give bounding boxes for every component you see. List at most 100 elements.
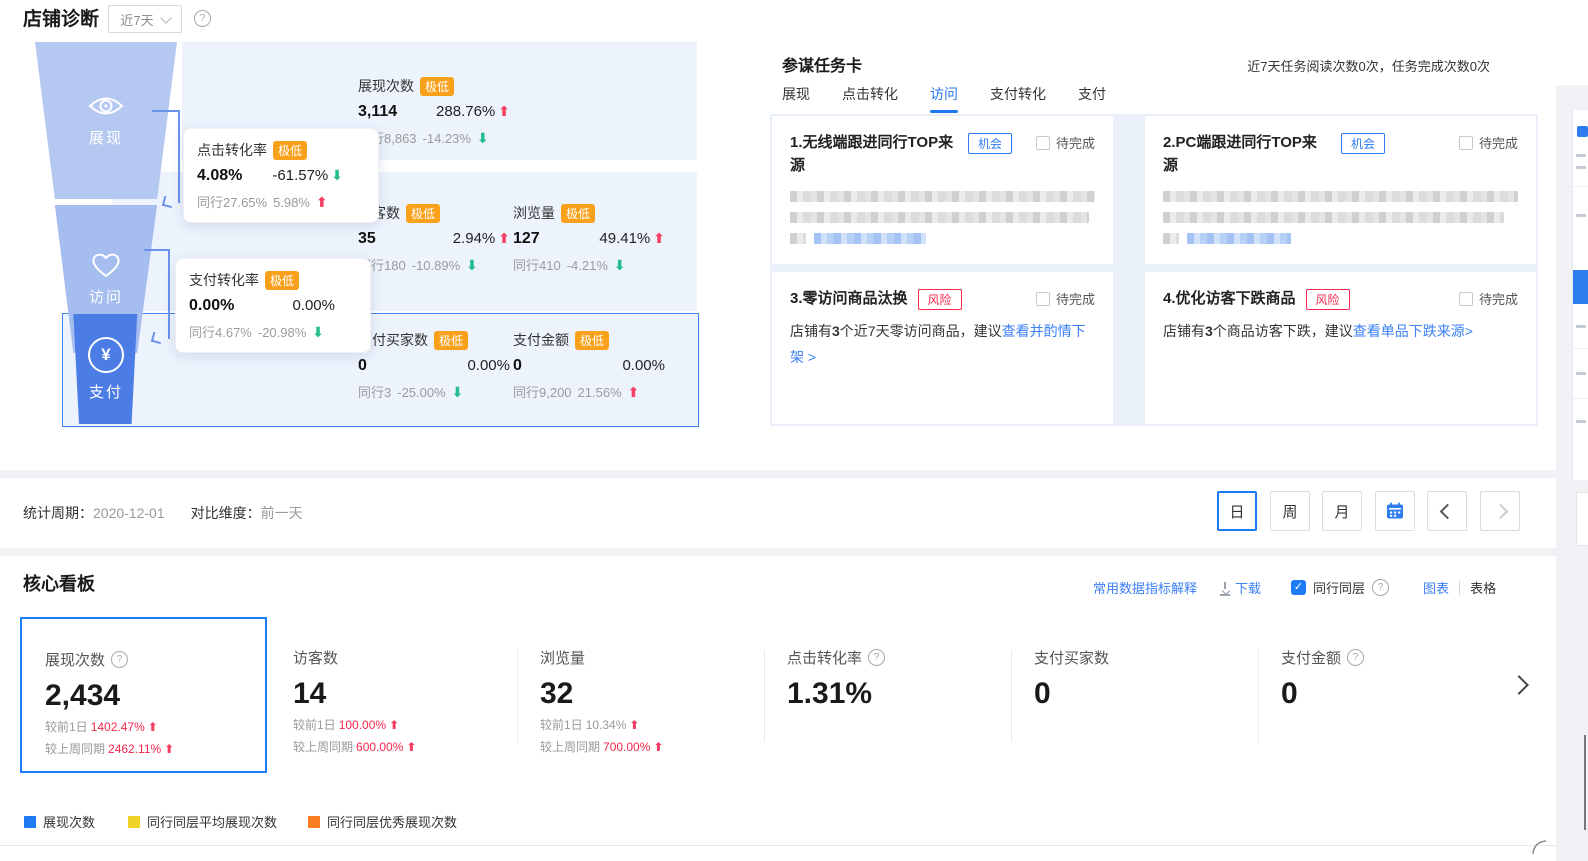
kpi-card-pay-amount[interactable]: 支付金额 0 [1258, 617, 1505, 773]
view-switcher: 图表 表格 [1423, 578, 1496, 597]
status-badge: 极低 [575, 331, 609, 350]
redacted-link[interactable] [814, 233, 926, 244]
task-card-3: 3.零访问商品汰换 风险 待完成 店铺有3个近7天零访问商品，建议查看并酌情下架… [772, 272, 1113, 424]
kpi-card-click-conversion[interactable]: 点击转化率 1.31% [764, 617, 1011, 773]
todo-checkbox-group[interactable]: 待完成 [1459, 289, 1518, 308]
funnel-stage-payment[interactable]: 支付 [35, 314, 177, 424]
kpi-label: 访客数 [293, 647, 338, 668]
metric-change: 288.76% [436, 103, 495, 120]
legend-label: 同行同层平均展现次数 [147, 812, 277, 831]
kpi-card-visitors[interactable]: 访客数 14 较前1日100.00% 较上周同期600.00% [270, 617, 517, 773]
checkbox-icon[interactable] [1036, 136, 1050, 150]
peer-layer-toggle[interactable]: 同行同层 [1291, 578, 1389, 597]
legend-label: 同行同层优秀展现次数 [327, 812, 457, 831]
tab-visit[interactable]: 访问 [930, 84, 958, 113]
task-cards-grid: 1.无线端跟进同行TOP来源 机会 待完成 2.PC端跟进同行TOP来源 机会 [770, 114, 1538, 426]
metric-label: 支付转化率 [189, 270, 259, 290]
kpi-carousel-next-chevron[interactable] [1509, 675, 1529, 695]
task-card-title: 1.无线端跟进同行TOP来源 [790, 131, 958, 178]
task-action-link[interactable]: 查看单品下跌来源> [1353, 323, 1473, 339]
checkbox-icon[interactable] [1459, 292, 1473, 306]
help-icon[interactable] [111, 651, 128, 668]
task-card-2: 2.PC端跟进同行TOP来源 机会 待完成 [1145, 116, 1536, 264]
checkbox-icon[interactable] [1459, 136, 1473, 150]
compare-pct: 1402.47% [91, 720, 145, 734]
todo-checkbox-group[interactable]: 待完成 [1036, 133, 1095, 152]
trend-arrow-icon [653, 231, 665, 245]
month-button[interactable]: 月 [1322, 491, 1362, 531]
compare-prefix: 较前1日 [540, 716, 583, 733]
tab-click-conversion[interactable]: 点击转化 [842, 84, 898, 113]
body-text: 店铺有 [790, 323, 832, 339]
trend-arrow-icon [466, 258, 478, 272]
risk-badge: 风险 [918, 289, 962, 310]
kpi-card-pageviews[interactable]: 浏览量 32 较前1日10.34% 较上周同期700.00% [517, 617, 764, 773]
todo-label: 待完成 [1056, 289, 1095, 308]
help-icon[interactable] [1347, 649, 1364, 666]
right-sidebar-panel [1572, 110, 1588, 480]
kpi-label: 浏览量 [540, 647, 585, 668]
metric-pay-amount: 支付金额 极低 0 0.00% 同行9,200 21.56% [513, 330, 665, 401]
metric-change: 2.94% [453, 230, 496, 247]
todo-label: 待完成 [1479, 289, 1518, 308]
metric-value: 0.00% [189, 297, 234, 315]
checked-checkbox-icon[interactable] [1291, 580, 1306, 595]
metric-explain-link[interactable]: 常用数据指标解释 [1093, 578, 1197, 597]
todo-checkbox-group[interactable]: 待完成 [1459, 133, 1518, 152]
status-badge: 极低 [561, 204, 595, 223]
sidebar-active-item[interactable] [1573, 270, 1588, 304]
funnel-stage-label: 支付 [89, 381, 123, 402]
redacted-link[interactable] [1187, 233, 1291, 244]
kpi-card-impressions[interactable]: 展现次数 2,434 较前1日1402.47% 较上周同期2462.11% [20, 617, 267, 773]
risk-badge: 风险 [1306, 289, 1350, 310]
conversion-funnel: 展现 访问 支付 [35, 42, 177, 424]
scrollbar-thumb[interactable] [1584, 735, 1586, 830]
tab-pay[interactable]: 支付 [1078, 84, 1106, 113]
status-badge: 极低 [265, 271, 299, 290]
funnel-stage-impression[interactable]: 展现 [35, 42, 177, 199]
legend-swatch [128, 816, 140, 828]
legend-item-peer-excellent[interactable]: 同行同层优秀展现次数 [308, 812, 457, 831]
download-button[interactable]: 下载 [1219, 578, 1261, 597]
date-range-dropdown[interactable]: 近7天 [108, 5, 182, 33]
metric-pageviews: 浏览量 极低 127 49.41% 同行410 -4.21% [513, 203, 665, 274]
table-view-toggle[interactable]: 表格 [1470, 578, 1496, 597]
todo-checkbox-group[interactable]: 待完成 [1036, 289, 1095, 308]
yuan-icon [88, 337, 124, 373]
checkbox-icon[interactable] [1036, 292, 1050, 306]
chevron-right-icon [1492, 503, 1508, 519]
legend-item-impressions[interactable]: 展现次数 [24, 812, 95, 831]
metric-value: 0 [513, 357, 522, 375]
stat-period-label: 统计周期： [23, 505, 93, 521]
peer-change: -10.89% [412, 258, 460, 273]
day-button[interactable]: 日 [1217, 491, 1257, 531]
tooltip-pay-conversion: 支付转化率 极低 0.00% 0.00% 同行4.67% -20.98% [175, 258, 371, 353]
task-card-title: 2.PC端跟进同行TOP来源 [1163, 131, 1331, 178]
compare-pct: 100.00% [339, 718, 386, 732]
body-count: 3 [832, 323, 840, 339]
chart-view-toggle[interactable]: 图表 [1423, 578, 1449, 597]
peer-value: 同行410 [513, 255, 561, 274]
body-text: 个商品访客下跌，建议 [1213, 323, 1353, 339]
compare-prefix: 较前1日 [293, 716, 336, 733]
week-button[interactable]: 周 [1270, 491, 1310, 531]
help-icon[interactable] [194, 10, 211, 27]
floating-widget-partial [1576, 492, 1588, 546]
metric-change: -61.57% [272, 167, 328, 184]
help-icon[interactable] [868, 649, 885, 666]
next-period-button[interactable] [1480, 491, 1520, 531]
help-icon[interactable] [1372, 579, 1389, 596]
calendar-button[interactable] [1375, 491, 1415, 531]
prev-period-button[interactable] [1427, 491, 1467, 531]
card-separator [1011, 650, 1012, 742]
legend-item-peer-average[interactable]: 同行同层平均展现次数 [128, 812, 277, 831]
compare-dim-label: 对比维度： [191, 505, 261, 521]
task-card-body: 店铺有3个近7天零访问商品，建议查看并酌情下架 > [790, 319, 1095, 371]
trend-arrow-icon [498, 104, 510, 118]
tab-impression[interactable]: 展现 [782, 84, 810, 113]
tab-pay-conversion[interactable]: 支付转化 [990, 84, 1046, 113]
kpi-value: 14 [293, 677, 517, 711]
trend-arrow-icon [312, 325, 324, 339]
trend-arrow-icon [148, 721, 158, 733]
kpi-card-pay-buyers[interactable]: 支付买家数 0 [1011, 617, 1258, 773]
